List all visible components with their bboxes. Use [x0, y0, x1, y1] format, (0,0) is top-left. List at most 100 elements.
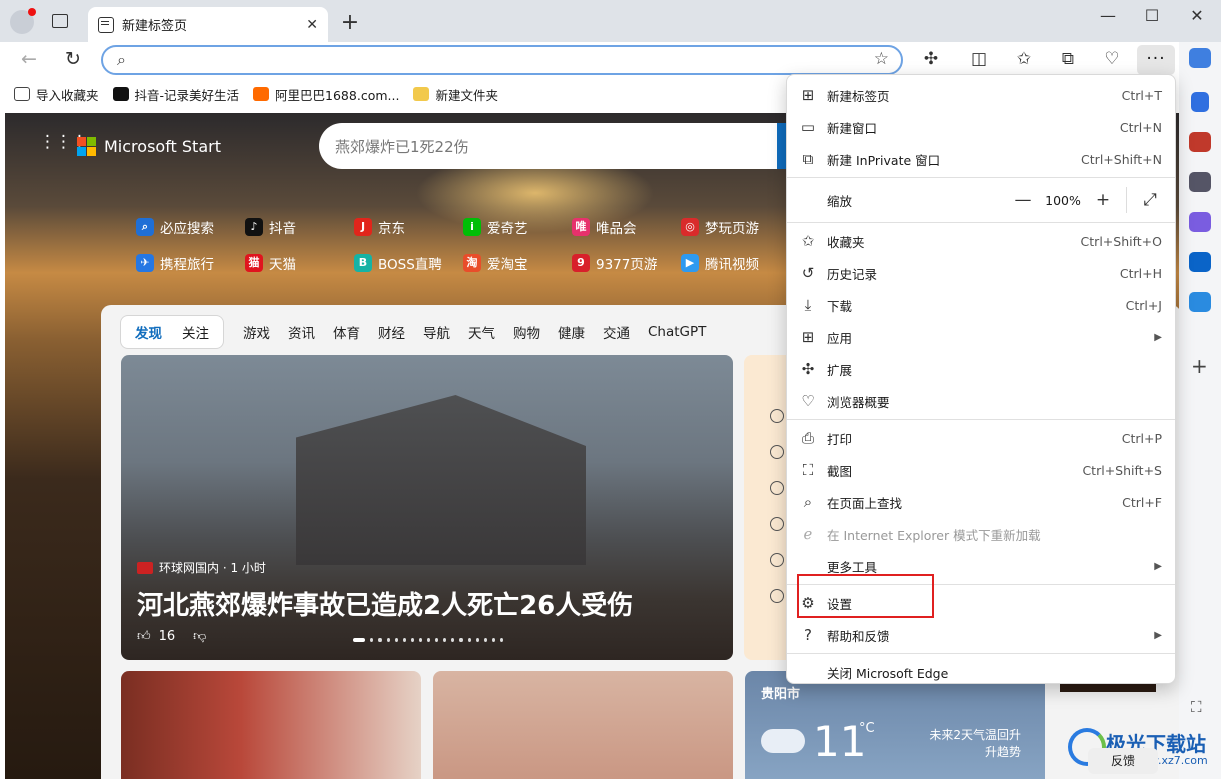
- quick-links-row-2: ✈ 携程旅行 猫天猫 B BOSS直聘 淘爱淘宝 9 9377页游 ▶ 腾讯视频: [136, 253, 790, 273]
- tab-health[interactable]: 健康: [549, 322, 594, 342]
- tag-icon[interactable]: [1191, 92, 1209, 112]
- extensions-icon[interactable]: ✣: [918, 49, 944, 69]
- import-icon: [14, 87, 30, 101]
- menu-downloads[interactable]: ⤓ 下载 Ctrl+J: [787, 289, 1175, 321]
- back-button[interactable]: ←: [16, 48, 42, 70]
- microsoft365-icon[interactable]: [1189, 212, 1211, 232]
- web-search-input[interactable]: 燕郊爆炸已1死22伤: [319, 123, 789, 169]
- close-tab-icon[interactable]: ✕: [306, 17, 318, 33]
- boss-icon: B: [354, 254, 372, 272]
- tab-actions-icon[interactable]: [52, 14, 68, 28]
- bookmark-alibaba[interactable]: 阿里巴巴1688.com...: [253, 85, 399, 104]
- menu-screenshot[interactable]: ⛶ 截图 Ctrl+Shift+S: [787, 454, 1175, 486]
- thumbs-down-icon[interactable]: 👎︎: [193, 629, 206, 644]
- tab-games[interactable]: 游戏: [234, 322, 279, 342]
- new-tab-button[interactable]: +: [338, 10, 362, 35]
- menu-history[interactable]: ↺ 历史记录 Ctrl+H: [787, 257, 1175, 289]
- tab-weather[interactable]: 天气: [459, 322, 504, 342]
- quick-link-vip[interactable]: 唯唯品会: [572, 217, 681, 237]
- menu-browser-essentials[interactable]: ♡ 浏览器概要: [787, 385, 1175, 417]
- tab-new-tab[interactable]: 新建标签页 ✕: [88, 7, 328, 42]
- quick-link-iqiyi[interactable]: i 爱奇艺: [463, 217, 572, 237]
- address-bar[interactable]: ⌕ ☆: [101, 45, 903, 75]
- minimize-button[interactable]: —: [1093, 6, 1123, 25]
- alibaba-icon: [253, 87, 270, 101]
- add-sidebar-app-icon[interactable]: +: [1191, 354, 1208, 378]
- favorites-icon[interactable]: ✩: [1011, 49, 1037, 69]
- menu-apps[interactable]: ⊞ 应用 ▶: [787, 321, 1175, 353]
- menu-new-window[interactable]: ▭ 新建窗口 Ctrl+N: [787, 111, 1175, 143]
- close-window-button[interactable]: ✕: [1182, 6, 1212, 25]
- app-launcher-icon[interactable]: ⋮⋮⋮: [39, 134, 88, 151]
- chevron-right-icon: ▶: [1154, 560, 1162, 572]
- tab-sports[interactable]: 体育: [324, 322, 369, 342]
- screenshot-sidebar-icon[interactable]: ⛶: [1191, 698, 1202, 716]
- quick-link-tencent-video[interactable]: ▶ 腾讯视频: [681, 253, 790, 273]
- tab-chatgpt[interactable]: ChatGPT: [639, 324, 715, 340]
- quick-link-aitaobao[interactable]: 淘爱淘宝: [463, 253, 572, 273]
- tab-navigation[interactable]: 导航: [414, 322, 459, 342]
- add-favorite-icon[interactable]: ☆: [874, 49, 889, 69]
- menu-close-edge[interactable]: 关闭 Microsoft Edge: [787, 656, 1175, 688]
- browser-essentials-icon[interactable]: ♡: [1099, 49, 1125, 69]
- news-source: 环球网国内 · 1 小时: [137, 559, 266, 576]
- bookmark-import[interactable]: 导入收藏夹: [14, 85, 99, 104]
- tab-finance[interactable]: 财经: [369, 322, 414, 342]
- quick-link-bing[interactable]: ⌕ 必应搜索: [136, 217, 245, 237]
- tmall-icon: 猫: [245, 254, 263, 272]
- folder-icon: [413, 87, 430, 101]
- quick-link-ctrip[interactable]: ✈ 携程旅行: [136, 253, 245, 273]
- ie-icon: ℯ: [803, 525, 813, 543]
- quick-link-douyin[interactable]: ♪ 抖音: [245, 217, 354, 237]
- split-screen-icon[interactable]: ◫: [966, 49, 992, 69]
- tab-shopping[interactable]: 购物: [504, 322, 549, 342]
- zoom-out-button[interactable]: —: [1008, 190, 1038, 210]
- search-icon: ⌕: [117, 50, 126, 69]
- news-card[interactable]: [121, 671, 421, 779]
- refresh-button[interactable]: ↻: [60, 48, 86, 70]
- outlook-icon[interactable]: [1189, 252, 1211, 272]
- feed-tabs: 发现 关注 游戏 资讯 体育 财经 导航 天气 购物 健康 交通 ChatGPT: [120, 315, 715, 349]
- extensions-icon: ✣: [801, 360, 815, 378]
- reactions: 👍︎ 16 👎︎: [137, 629, 206, 644]
- quick-link-9377[interactable]: 9 9377页游: [572, 253, 681, 273]
- menu-new-inprivate[interactable]: ⧉ 新建 InPrivate 窗口 Ctrl+Shift+N: [787, 143, 1175, 175]
- profile-avatar[interactable]: [10, 8, 36, 34]
- settings-and-more-button[interactable]: ···: [1137, 45, 1175, 75]
- drop-icon[interactable]: [1189, 292, 1211, 312]
- menu-help-feedback[interactable]: ? 帮助和反馈 ▶: [787, 619, 1175, 651]
- tab-traffic[interactable]: 交通: [594, 322, 639, 342]
- bookmark-douyin[interactable]: 抖音-记录美好生活: [112, 85, 240, 104]
- zoom-in-button[interactable]: +: [1088, 190, 1118, 210]
- fullscreen-icon[interactable]: ⤢: [1135, 190, 1165, 210]
- maximize-button[interactable]: ☐: [1137, 6, 1167, 25]
- tab-news[interactable]: 资讯: [279, 322, 324, 342]
- quick-link-jd[interactable]: J 京东: [354, 217, 463, 237]
- quick-link-tmall[interactable]: 猫天猫: [245, 253, 354, 273]
- collections-icon[interactable]: ⧉: [1055, 49, 1081, 69]
- menu-new-tab[interactable]: ⊞ 新建标签页 Ctrl+T: [787, 79, 1175, 111]
- menu-favorites[interactable]: ✩ 收藏夹 Ctrl+Shift+O: [787, 225, 1175, 257]
- thumbs-up-icon[interactable]: 👍︎: [137, 629, 151, 644]
- games-icon[interactable]: [1189, 172, 1211, 192]
- quick-link-boss[interactable]: B BOSS直聘: [354, 253, 463, 273]
- carousel-indicator[interactable]: [353, 635, 503, 645]
- toolbox-icon[interactable]: [1189, 132, 1211, 152]
- quick-link-mengwan[interactable]: ◎ 梦玩页游: [681, 217, 790, 237]
- douyin-icon: [112, 87, 129, 101]
- edge-sidebar: + ⛶: [1179, 42, 1221, 779]
- menu-print[interactable]: ⎙ 打印 Ctrl+P: [787, 422, 1175, 454]
- microsoft-start-logo[interactable]: Microsoft Start: [77, 137, 221, 156]
- feedback-button[interactable]: 反馈: [1088, 748, 1158, 774]
- tab-following[interactable]: 关注: [172, 322, 219, 342]
- menu-extensions[interactable]: ✣ 扩展: [787, 353, 1175, 385]
- weather-unit: °C: [859, 721, 875, 736]
- 9377-icon: 9: [572, 254, 590, 272]
- copilot-icon[interactable]: [1189, 48, 1211, 68]
- bookmark-label: 抖音-记录美好生活: [134, 87, 240, 103]
- news-card[interactable]: [433, 671, 733, 779]
- tab-discover[interactable]: 发现: [125, 322, 172, 342]
- hero-news-card[interactable]: 环球网国内 · 1 小时 河北燕郊爆炸事故已造成2人死亡26人受伤 👍︎ 16 …: [121, 355, 733, 660]
- menu-find-on-page[interactable]: ⌕ 在页面上查找 Ctrl+F: [787, 486, 1175, 518]
- bookmark-folder[interactable]: 新建文件夹: [413, 85, 498, 104]
